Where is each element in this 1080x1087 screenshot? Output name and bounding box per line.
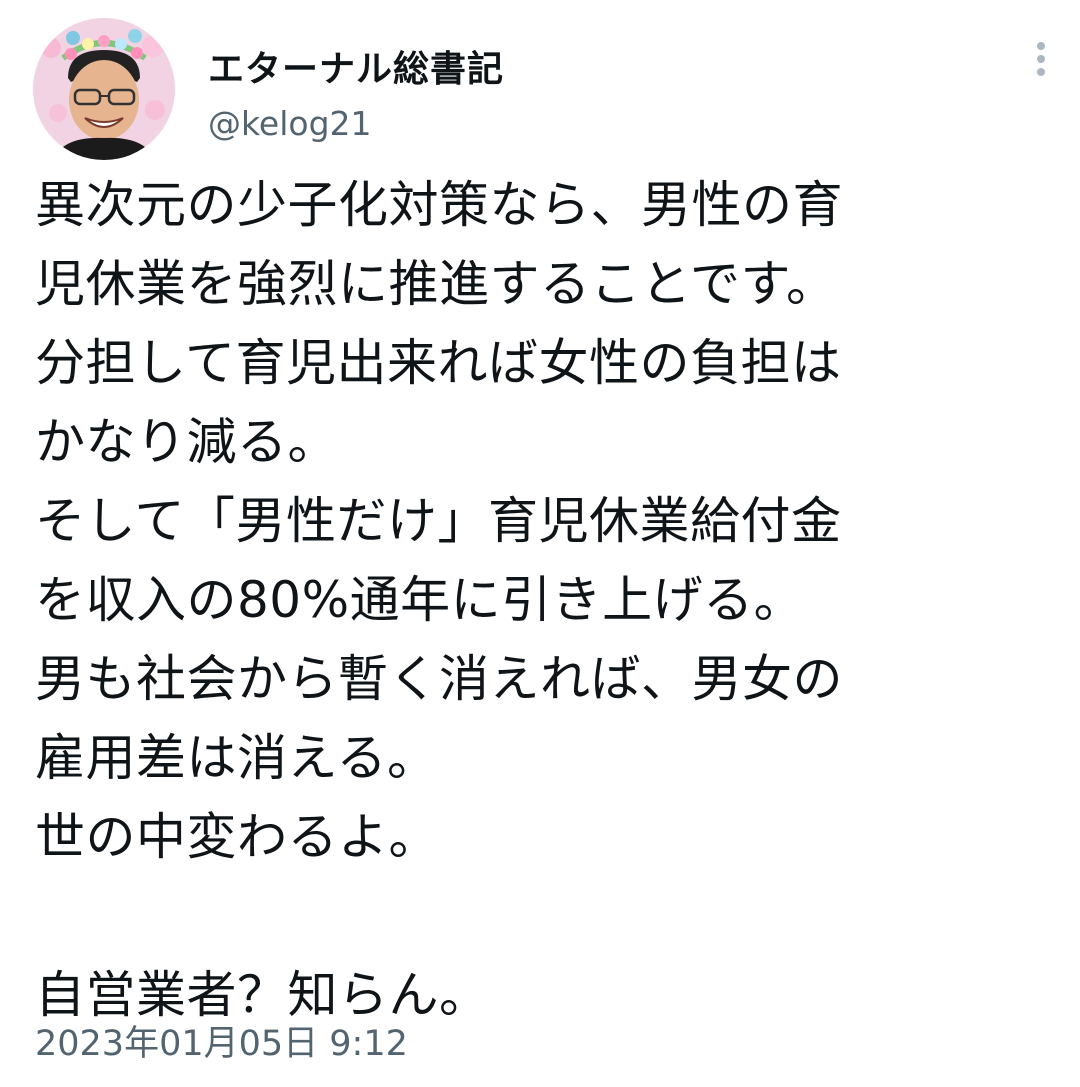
avatar-image [33,18,175,160]
display-name[interactable]: エターナル総書記 [208,40,504,92]
tweet-line: 異次元の少子化対策なら、男性の育 [35,176,843,234]
more-dot [1037,68,1045,76]
tweet-header: エターナル総書記 @kelog21 [33,18,1047,168]
more-dot [1037,42,1045,50]
more-vertical-icon[interactable] [1035,42,1047,82]
tweet-line: 男も社会から暫く消えれば、男女の [35,650,843,708]
tweet-line: そして「男性だけ」育児休業給付金 [35,492,842,550]
tweet-line: かなり減る。 [35,413,338,471]
more-dot [1037,55,1045,63]
tweet-line: 児休業を強烈に推進することです。 [35,255,837,313]
tweet-line: 分担して育児出来れば女性の負担は [35,334,842,392]
tweet-text: 異次元の少子化対策なら、男性の育 児休業を強烈に推進することです。 分担して育児… [35,166,1055,1035]
user-handle[interactable]: @kelog21 [208,104,372,143]
tweet-line: 世の中変わるよ。 [35,808,439,866]
tweet-timestamp[interactable]: 2023年01月05日 9:12 [35,1015,408,1066]
tweet-line: 雇用差は消える。 [35,729,438,787]
tweet-line: を収入の80%通年に引き上げる。 [35,571,805,629]
avatar[interactable] [33,18,175,160]
